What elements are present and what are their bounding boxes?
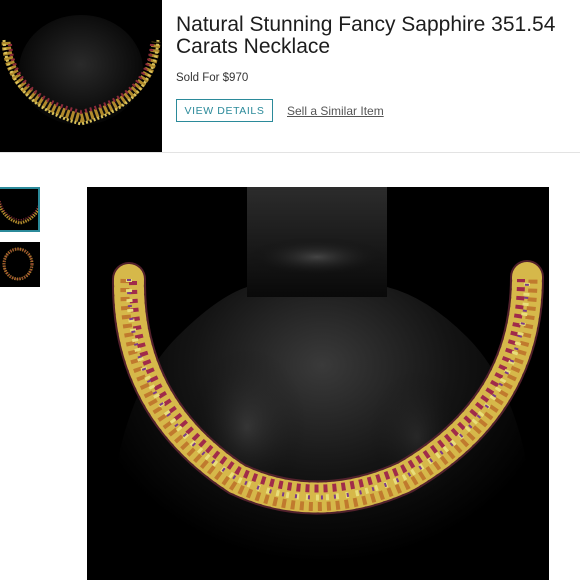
gallery-thumbnail-1[interactable] [0,187,40,232]
necklace-thumb-image-1 [0,189,38,230]
product-title-line1: Natural Stunning Fancy Sapphire 351.54 [176,13,556,36]
sell-similar-item-link[interactable]: Sell a Similar Item [287,104,384,118]
main-product-image[interactable] [87,187,549,580]
necklace-image-large [87,187,549,580]
necklace-thumb-image-2 [0,242,40,287]
header-divider [0,152,580,153]
product-title: Natural Stunning Fancy Sapphire 351.54 C… [176,14,580,58]
sold-price: Sold For $970 [176,72,249,84]
view-details-button[interactable]: VIEW DETAILS [176,99,273,122]
necklace-image-small [0,0,162,152]
gallery-thumbnail-2[interactable] [0,242,40,287]
header-product-thumbnail[interactable] [0,0,162,152]
product-title-line2: Carats Necklace [176,35,331,58]
